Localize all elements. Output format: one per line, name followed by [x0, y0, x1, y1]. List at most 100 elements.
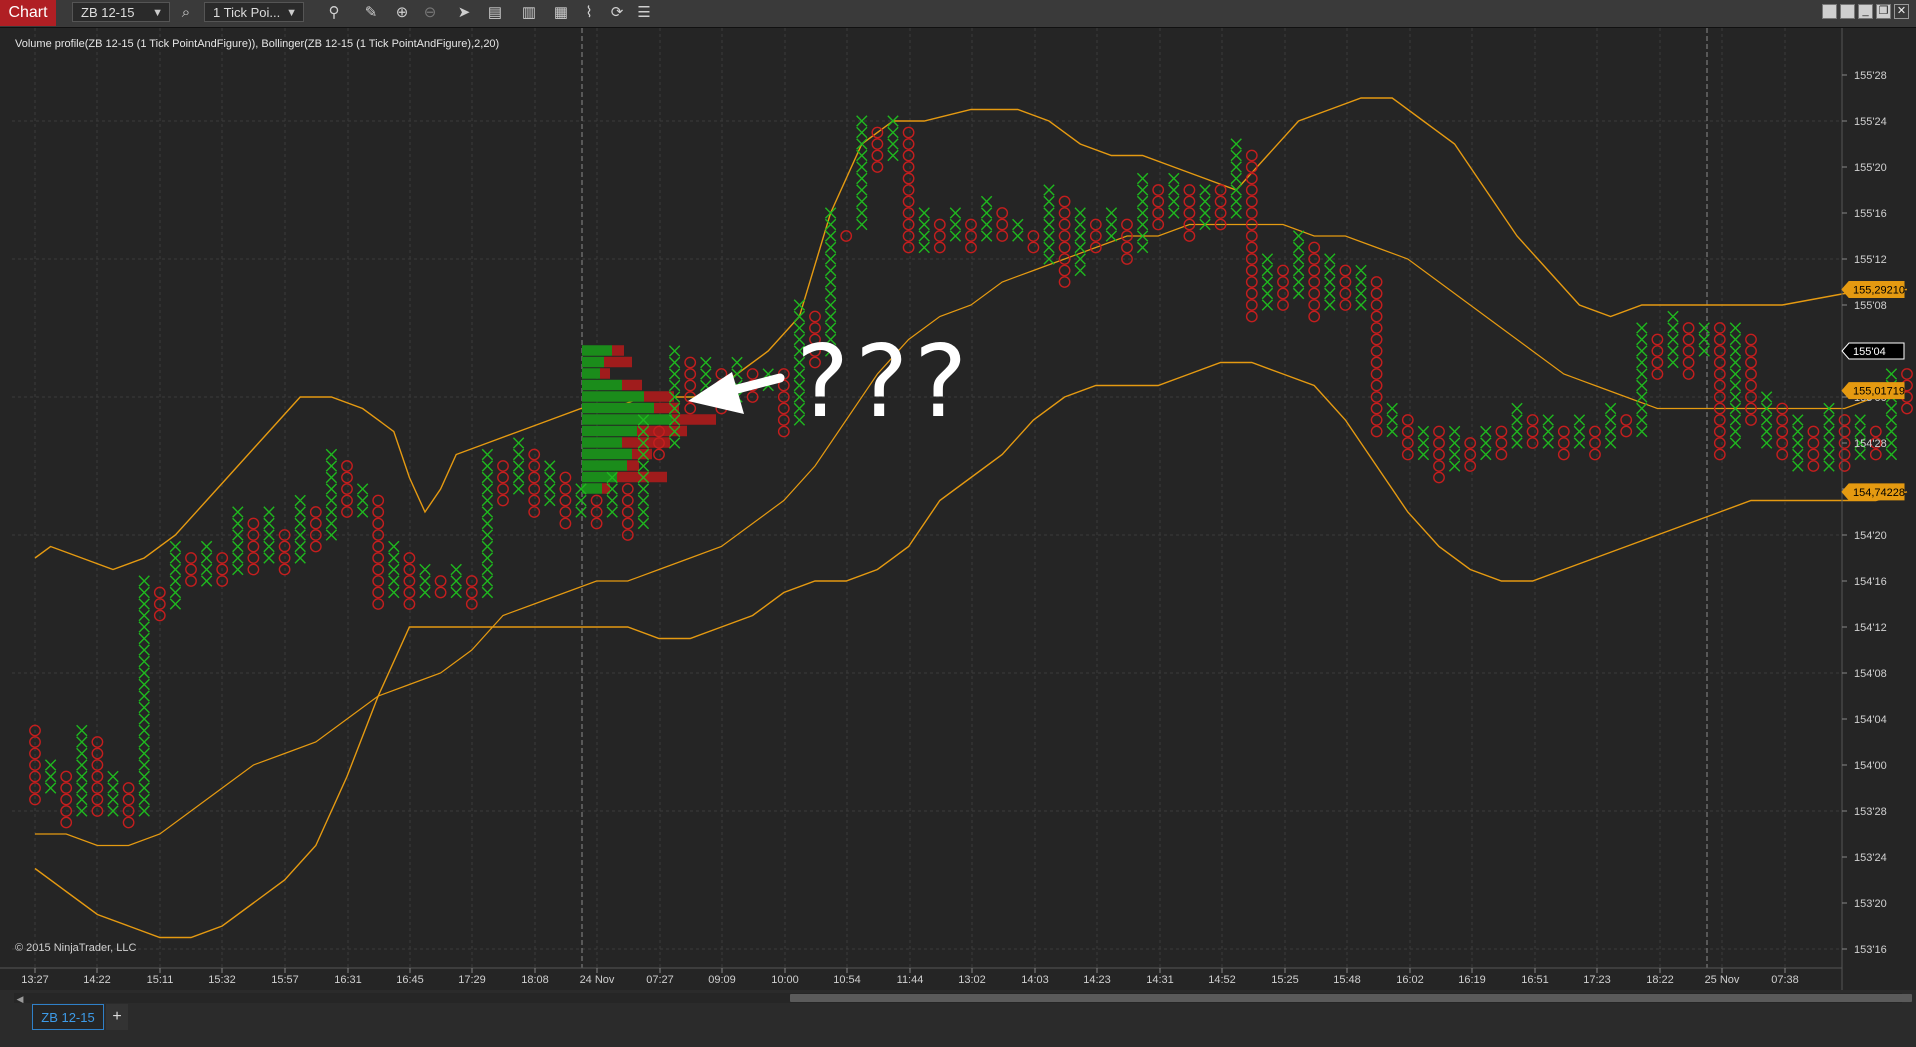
- scroll-left-icon[interactable]: ◀: [14, 993, 26, 1005]
- pf-o-box: [1401, 437, 1414, 449]
- pf-x-box: [44, 759, 57, 771]
- pf-x-box: [232, 563, 244, 576]
- session-break-lines: [581, 28, 1708, 968]
- refresh-icon[interactable]: ⟳: [607, 3, 627, 23]
- pf-o-box: [902, 172, 915, 185]
- pf-o-box: [965, 230, 977, 242]
- pf-x-box: [1230, 195, 1242, 208]
- volume-profile-up-bar: [582, 448, 632, 460]
- pf-o-box: [1745, 356, 1757, 369]
- pf-x-box: [138, 713, 150, 725]
- y-tick-label: 155'24: [1854, 116, 1887, 128]
- pf-x-box: [1760, 437, 1773, 449]
- add-tab-button[interactable]: +: [106, 1004, 128, 1030]
- period-selector[interactable]: 1 Tick Poi... ▼: [204, 2, 304, 22]
- pf-x-box: [668, 437, 681, 449]
- pf-x-box: [1885, 448, 1898, 461]
- pf-o-box: [1245, 264, 1258, 277]
- x-tick-label: 15:11: [147, 974, 174, 986]
- pf-x-box: [1136, 172, 1149, 185]
- strategies-icon[interactable]: ▦: [551, 3, 571, 23]
- pf-x-box: [200, 575, 213, 587]
- pf-x-box: [1729, 379, 1742, 392]
- indicators-icon[interactable]: ⌇: [579, 3, 599, 23]
- properties-icon[interactable]: ▤: [485, 3, 505, 23]
- pf-x-box: [325, 506, 338, 518]
- pf-o-box: [1339, 264, 1352, 277]
- pencil-icon[interactable]: ✎: [361, 3, 381, 23]
- pf-x-box: [263, 517, 275, 530]
- pf-x-box: [918, 207, 930, 219]
- minimize-icon[interactable]: _: [1858, 4, 1873, 19]
- x-tick-label: 11:44: [897, 974, 924, 986]
- pf-o-box: [185, 552, 197, 564]
- pf-o-box: [1214, 207, 1227, 219]
- pf-x-box: [1074, 230, 1086, 242]
- chart-panel[interactable]: 155'28 155'24 155'20 155'16 155'12 155'08 155'…: [0, 28, 1916, 990]
- pf-o-box: [403, 552, 416, 564]
- tile-icon[interactable]: [1822, 4, 1837, 19]
- pf-x-box: [325, 517, 338, 530]
- pf-o-box: [559, 517, 572, 530]
- pf-x-box: [1199, 207, 1211, 219]
- x-tick-label: 15:57: [271, 974, 299, 986]
- pf-o-box: [871, 138, 884, 150]
- pf-o-box: [1682, 368, 1695, 380]
- search-icon[interactable]: ⌕: [176, 3, 196, 23]
- pf-x-box: [1292, 241, 1305, 254]
- pf-o-box: [1089, 230, 1102, 242]
- pf-x-box: [1074, 218, 1086, 231]
- pf-x-box: [824, 264, 837, 277]
- pf-o-box: [1713, 448, 1726, 461]
- pf-o-box: [1433, 460, 1445, 472]
- pf-x-box: [138, 747, 150, 760]
- pf-x-box: [138, 736, 150, 748]
- pf-x-box: [1885, 402, 1898, 415]
- pf-o-box: [1620, 414, 1633, 426]
- pf-o-box: [247, 540, 260, 553]
- pf-o-box: [185, 563, 197, 576]
- pf-o-box: [902, 138, 915, 150]
- pf-x-box: [887, 138, 899, 150]
- y-tick-label: 155'28: [1854, 70, 1887, 82]
- pf-o-box: [559, 494, 572, 507]
- zoom-out-icon[interactable]: ⊖: [420, 3, 440, 23]
- pf-x-box: [1043, 184, 1055, 196]
- pf-o-box: [1745, 414, 1757, 426]
- pointer-icon[interactable]: ➤: [454, 3, 474, 23]
- tile-alt-icon[interactable]: [1840, 4, 1855, 19]
- pf-o-box: [434, 575, 447, 587]
- pf-x-box: [76, 793, 88, 806]
- list-icon[interactable]: ☰: [634, 3, 654, 23]
- pf-x-box: [637, 460, 650, 472]
- pf-x-box: [481, 575, 494, 587]
- close-icon[interactable]: ✕: [1894, 4, 1909, 19]
- pf-x-box: [1355, 287, 1367, 300]
- bar-type-icon[interactable]: ⚲: [324, 3, 344, 23]
- pf-o-box: [1401, 425, 1414, 438]
- pf-o-box: [528, 460, 541, 472]
- pf-x-box: [44, 770, 57, 783]
- pf-x-box: [1105, 218, 1118, 231]
- chart-canvas[interactable]: 155'28 155'24 155'20 155'16 155'12 155'08 155'…: [0, 28, 1916, 990]
- x-tick-label: 13:27: [21, 974, 49, 986]
- data-box-icon[interactable]: ▥: [519, 3, 539, 23]
- pf-o-box: [1776, 425, 1789, 438]
- chart-tab[interactable]: Chart: [0, 0, 56, 26]
- pf-x-box: [1230, 138, 1242, 150]
- pf-x-box: [419, 563, 431, 576]
- pf-o-box: [1308, 264, 1321, 277]
- scrollbar-thumb[interactable]: [790, 994, 1912, 1002]
- tab-instrument[interactable]: ZB 12-15: [32, 1004, 104, 1030]
- pf-x-box: [138, 678, 150, 691]
- pf-x-box: [1168, 184, 1180, 196]
- pf-x-box: [1168, 195, 1180, 208]
- pf-o-box: [372, 540, 385, 553]
- zoom-in-icon[interactable]: ⊕: [392, 3, 412, 23]
- pf-x-box: [918, 241, 930, 254]
- horizontal-scrollbar[interactable]: ◀ ▶: [14, 993, 1912, 1005]
- instrument-selector[interactable]: ZB 12-15 ▼: [72, 2, 170, 22]
- restore-icon[interactable]: ❐: [1876, 4, 1891, 19]
- bollinger-lower-line: [34, 361, 1908, 939]
- pf-x-box: [138, 598, 150, 610]
